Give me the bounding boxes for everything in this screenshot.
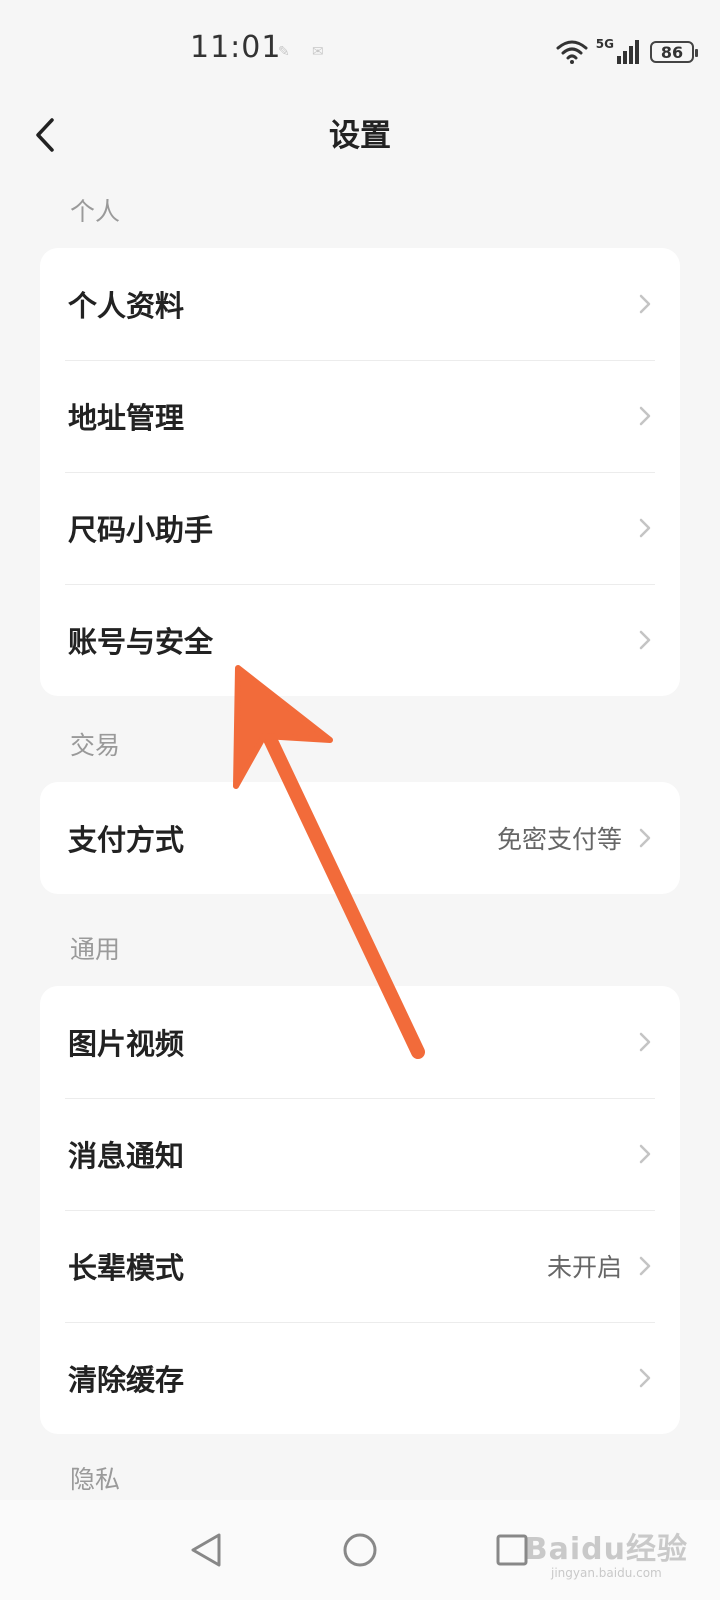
row-label: 消息通知 — [68, 1139, 185, 1173]
settings-row-account-security[interactable]: 账号与安全 — [40, 584, 680, 696]
section-label-personal: 个人 — [70, 197, 121, 226]
page-title: 设置 — [329, 118, 391, 154]
chevron-right-icon — [638, 827, 652, 849]
row-label: 清除缓存 — [68, 1363, 185, 1397]
watermark: Baidu经验 jingyan.baidu.com — [525, 1524, 688, 1580]
settings-row-elder-mode[interactable]: 长辈模式 未开启 — [40, 1210, 680, 1322]
row-label: 长辈模式 — [68, 1251, 185, 1285]
row-label: 图片视频 — [68, 1027, 185, 1061]
settings-row-payment[interactable]: 支付方式 免密支付等 — [40, 782, 680, 894]
watermark-sub: jingyan.baidu.com — [551, 1566, 662, 1580]
row-value: 免密支付等 — [496, 825, 622, 854]
chevron-right-icon — [638, 1143, 652, 1165]
chevron-right-icon — [638, 293, 652, 315]
chevron-right-icon — [638, 629, 652, 651]
system-back-button[interactable] — [176, 1520, 236, 1580]
battery-level: 86 — [660, 42, 684, 62]
settings-row-clear-cache[interactable]: 清除缓存 — [40, 1322, 680, 1434]
section-label-privacy: 隐私 — [70, 1465, 121, 1494]
notification-icon: ✉ — [312, 44, 324, 60]
row-value: 未开启 — [546, 1253, 622, 1282]
status-indicators: 5G 86 — [556, 37, 698, 66]
watermark-main: Baidu经验 — [524, 1532, 688, 1567]
notification-icon: ✎ — [278, 44, 290, 60]
triangle-back-icon — [191, 1533, 221, 1567]
circle-home-icon — [343, 1533, 377, 1567]
row-label: 账号与安全 — [68, 625, 214, 659]
chevron-right-icon — [638, 405, 652, 427]
signal-icon — [617, 40, 639, 64]
wifi-icon — [556, 40, 588, 64]
settings-row-address[interactable]: 地址管理 — [40, 360, 680, 472]
settings-row-notifications[interactable]: 消息通知 — [40, 1098, 680, 1210]
status-bar: 11:01 ✎ ✉ 5G 86 — [0, 0, 720, 100]
row-label: 地址管理 — [68, 401, 185, 435]
section-label-general: 通用 — [70, 935, 121, 964]
card-general: 图片视频 消息通知 长辈模式 未开启 清除缓存 — [40, 986, 680, 1434]
section-label-transaction: 交易 — [70, 731, 121, 760]
battery-icon: 86 — [650, 41, 698, 63]
chevron-right-icon — [638, 1255, 652, 1277]
nav-bar: 设置 — [0, 100, 720, 170]
chevron-right-icon — [638, 1367, 652, 1389]
chevron-right-icon — [638, 1031, 652, 1053]
settings-row-profile[interactable]: 个人资料 — [40, 248, 680, 360]
row-label: 尺码小助手 — [68, 513, 214, 547]
card-personal: 个人资料 地址管理 尺码小助手 账号与安全 — [40, 248, 680, 696]
settings-screen: 11:01 ✎ ✉ 5G 86 设置 个人 个人资料 地址管理 尺码小助手 账号… — [0, 0, 720, 1600]
settings-row-media[interactable]: 图片视频 — [40, 986, 680, 1098]
row-label: 支付方式 — [68, 823, 185, 857]
system-home-button[interactable] — [330, 1520, 390, 1580]
card-transaction: 支付方式 免密支付等 — [40, 782, 680, 894]
row-label: 个人资料 — [68, 289, 185, 323]
network-type: 5G — [595, 37, 614, 51]
chevron-right-icon — [638, 517, 652, 539]
status-time: 11:01 — [190, 30, 282, 65]
settings-row-size-helper[interactable]: 尺码小助手 — [40, 472, 680, 584]
system-nav-bar: Baidu经验 jingyan.baidu.com — [0, 1500, 720, 1600]
